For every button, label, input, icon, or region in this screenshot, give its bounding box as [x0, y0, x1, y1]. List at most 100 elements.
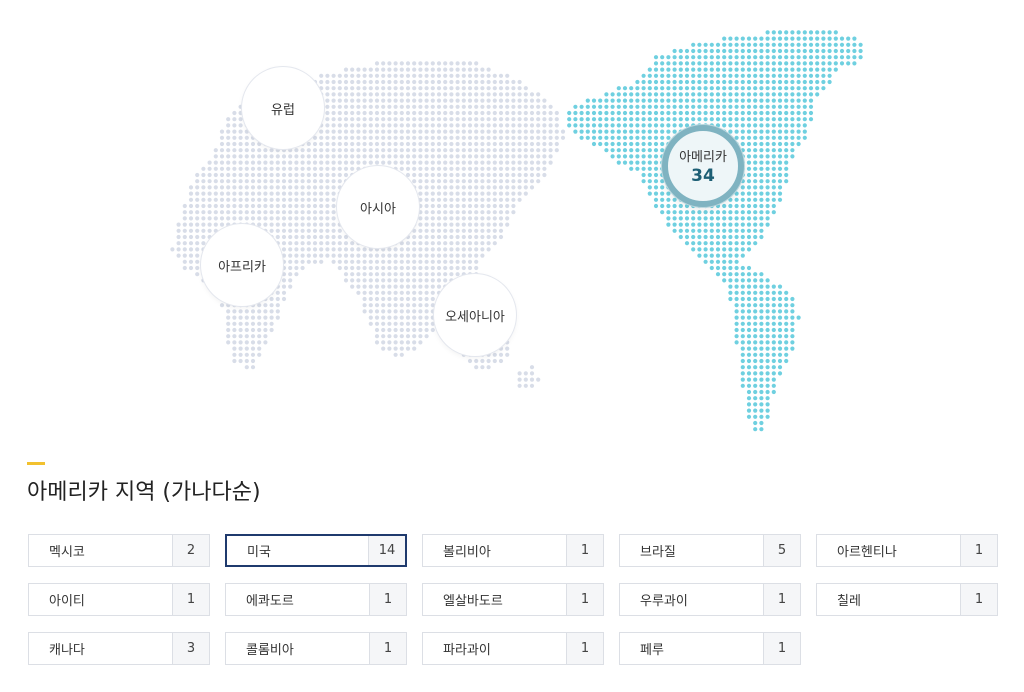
- map-dot: [449, 61, 454, 66]
- map-dot-america: [759, 135, 764, 140]
- map-dot: [288, 185, 293, 190]
- map-dot: [418, 278, 423, 283]
- map-dot: [418, 185, 423, 190]
- country-card[interactable]: 엘살바도르 1: [422, 583, 604, 616]
- map-dot: [188, 259, 194, 264]
- country-card-selected[interactable]: 미국 14: [225, 534, 407, 567]
- map-dot-america: [821, 86, 826, 91]
- map-dot: [436, 129, 442, 134]
- map-dot-america: [796, 117, 801, 122]
- country-card[interactable]: 아르헨티나 1: [816, 534, 998, 567]
- map-dot-america: [777, 36, 783, 41]
- map-dot: [443, 228, 448, 233]
- map-dot-america: [759, 73, 764, 78]
- map-dot-america: [635, 117, 640, 122]
- map-dot: [436, 247, 442, 252]
- map-dot: [492, 352, 497, 357]
- country-card[interactable]: 볼리비아 1: [422, 534, 604, 567]
- region-bubble-america[interactable]: 아메리카 34: [662, 125, 744, 207]
- map-dot-america: [697, 104, 702, 109]
- country-card[interactable]: 아이티 1: [28, 583, 210, 616]
- country-card[interactable]: 캐나다 3: [28, 632, 210, 665]
- map-dot: [356, 247, 361, 252]
- map-dot-america: [790, 73, 795, 78]
- map-dot-america: [771, 123, 776, 128]
- map-dot: [424, 327, 429, 333]
- map-dot: [505, 135, 510, 140]
- map-dot: [480, 203, 485, 209]
- map-dot: [474, 166, 479, 171]
- map-dot-america: [734, 296, 739, 302]
- map-dot-america: [777, 129, 783, 134]
- map-dot-america: [759, 36, 764, 41]
- map-dot-america: [765, 284, 770, 289]
- map-dot: [418, 303, 423, 308]
- map-dot-america: [734, 234, 739, 240]
- map-dot: [405, 135, 411, 140]
- map-dot: [337, 172, 342, 178]
- map-dot-america: [666, 61, 671, 66]
- map-dot-america: [734, 340, 739, 345]
- map-dot: [232, 340, 237, 345]
- map-dot: [467, 61, 473, 66]
- map-dot-america: [647, 185, 652, 190]
- map-dot-america: [784, 160, 789, 165]
- map-dot-america: [715, 79, 721, 85]
- map-dot: [412, 334, 417, 339]
- map-dot: [467, 185, 473, 190]
- map-dot-america: [759, 290, 764, 295]
- map-dot-america: [734, 228, 739, 233]
- map-dot-america: [740, 371, 745, 376]
- map-dot: [474, 110, 479, 116]
- map-dot: [343, 123, 349, 128]
- map-dot: [207, 228, 212, 233]
- map-dot-america: [777, 110, 783, 116]
- region-bubble-europe[interactable]: 유럽: [242, 67, 324, 149]
- map-dot: [399, 154, 404, 159]
- map-dot: [405, 123, 411, 128]
- region-bubble-africa[interactable]: 아프리카: [201, 224, 283, 306]
- map-dot: [424, 253, 429, 258]
- map-dot-america: [610, 135, 615, 140]
- map-dot-america: [753, 197, 758, 202]
- map-dot-america: [746, 42, 752, 47]
- map-dot-america: [746, 389, 752, 395]
- map-dot: [424, 185, 429, 190]
- map-dot: [424, 222, 429, 227]
- region-bubble-oceania[interactable]: 오세아니아: [434, 274, 516, 356]
- map-dot-america: [753, 420, 758, 426]
- country-card[interactable]: 페루 1: [619, 632, 801, 665]
- map-dot-america: [784, 166, 789, 171]
- map-dot: [486, 172, 491, 178]
- map-dot: [517, 148, 522, 153]
- map-dot: [312, 179, 318, 184]
- map-dot-america: [740, 265, 745, 271]
- country-card[interactable]: 칠레 1: [816, 583, 998, 616]
- map-dot: [356, 278, 361, 283]
- country-card[interactable]: 파라과이 1: [422, 632, 604, 665]
- map-dot-america: [771, 148, 776, 153]
- country-card[interactable]: 콜롬비아 1: [225, 632, 407, 665]
- region-bubble-asia[interactable]: 아시아: [337, 166, 419, 248]
- map-dot: [275, 303, 280, 308]
- map-dot-america: [777, 67, 783, 72]
- map-dot: [498, 148, 504, 153]
- map-dot-america: [802, 129, 807, 134]
- map-dot: [424, 216, 429, 221]
- map-dot: [480, 148, 485, 153]
- country-card[interactable]: 멕시코 2: [28, 534, 210, 567]
- map-dot-america: [777, 334, 783, 339]
- map-dot: [176, 228, 181, 233]
- map-dot-america: [579, 135, 584, 140]
- map-dot: [461, 222, 466, 227]
- map-dot: [486, 203, 491, 209]
- map-dot-america: [709, 265, 714, 271]
- map-dot-america: [753, 86, 758, 91]
- map-dot: [306, 166, 311, 171]
- country-card[interactable]: 우루과이 1: [619, 583, 801, 616]
- map-dot: [511, 160, 516, 165]
- country-card[interactable]: 브라질 5: [619, 534, 801, 567]
- map-dot: [474, 73, 479, 78]
- country-card[interactable]: 에콰도르 1: [225, 583, 407, 616]
- map-dot-america: [802, 79, 807, 85]
